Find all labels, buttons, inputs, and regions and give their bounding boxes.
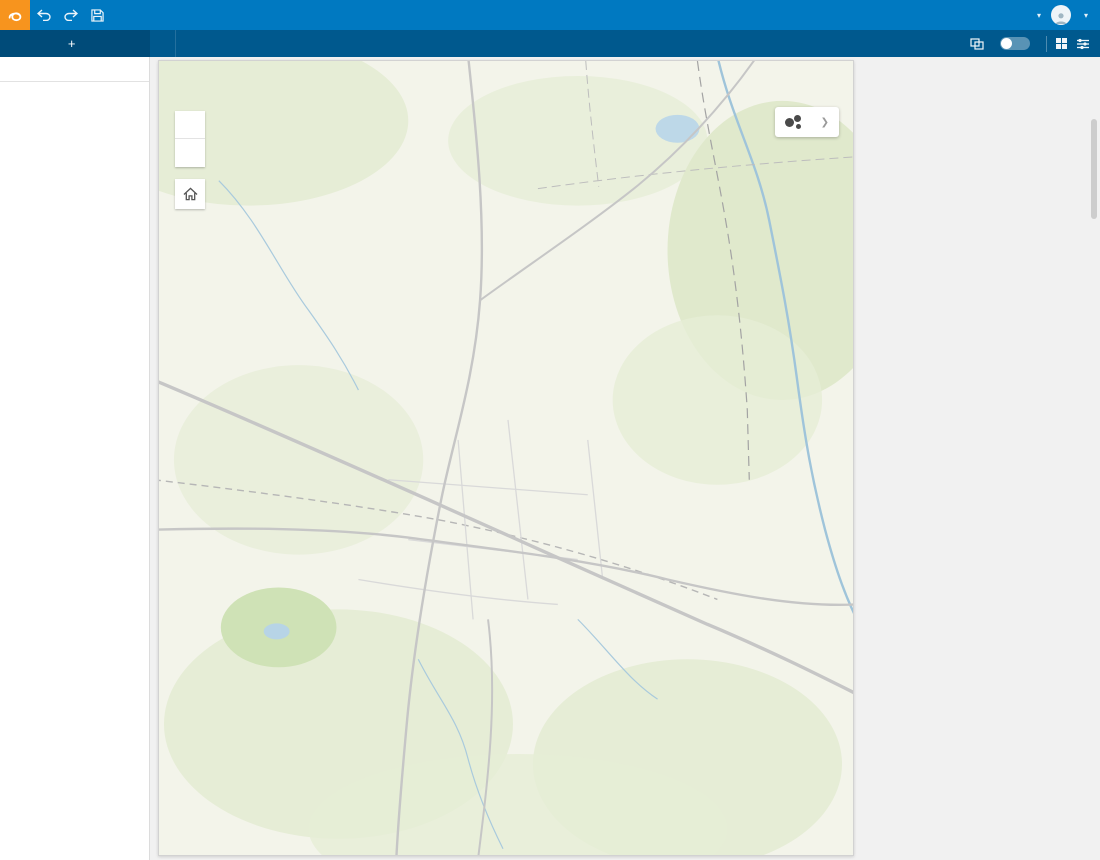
home-extent-button[interactable] <box>175 179 205 209</box>
sync-maps-toggle[interactable] <box>1000 37 1030 50</box>
undo-button[interactable] <box>30 0 57 30</box>
help-menu[interactable]: ▾ <box>1034 11 1041 20</box>
dataset-list <box>0 82 149 96</box>
chevron-down-icon: ▾ <box>1084 11 1088 20</box>
toggle-knob <box>1001 38 1012 49</box>
tabbar-controls <box>970 30 1100 57</box>
layer-legend-chip[interactable]: ❯ <box>775 107 839 137</box>
create-tools <box>0 57 149 77</box>
chevron-right-icon: ❯ <box>821 117 829 128</box>
save-button[interactable] <box>84 0 111 30</box>
app-header: ▾ ▾ <box>0 0 1100 30</box>
add-data-button[interactable]: + <box>0 30 150 57</box>
new-page-button[interactable] <box>150 30 176 57</box>
map-points-layer <box>159 61 853 855</box>
chevron-down-icon: ▾ <box>1037 11 1041 20</box>
logo-glyph <box>6 6 24 24</box>
layout-options-icon[interactable] <box>1076 38 1090 50</box>
redo-button[interactable] <box>57 0 84 30</box>
grid-view-icon[interactable] <box>1055 37 1068 50</box>
zoom-in-button[interactable] <box>175 111 205 139</box>
avatar[interactable] <box>1051 5 1071 25</box>
person-icon <box>1054 11 1068 25</box>
scrollbar-thumb[interactable] <box>1091 119 1097 219</box>
zoom-controls <box>175 111 205 167</box>
point-layer-icon <box>785 115 803 129</box>
map-card: ❯ <box>158 60 854 856</box>
plus-icon: + <box>68 36 76 51</box>
data-sidebar <box>0 57 150 860</box>
sync-cards-icon[interactable] <box>970 38 984 50</box>
header-right: ▾ ▾ <box>1034 5 1088 25</box>
zoom-out-button[interactable] <box>175 139 205 167</box>
divider <box>1046 36 1047 52</box>
home-icon <box>183 187 198 201</box>
right-card-panel <box>866 57 1100 860</box>
page-tab-bar: + <box>0 30 1100 57</box>
insights-logo[interactable] <box>0 0 30 30</box>
user-menu[interactable]: ▾ <box>1081 11 1088 20</box>
